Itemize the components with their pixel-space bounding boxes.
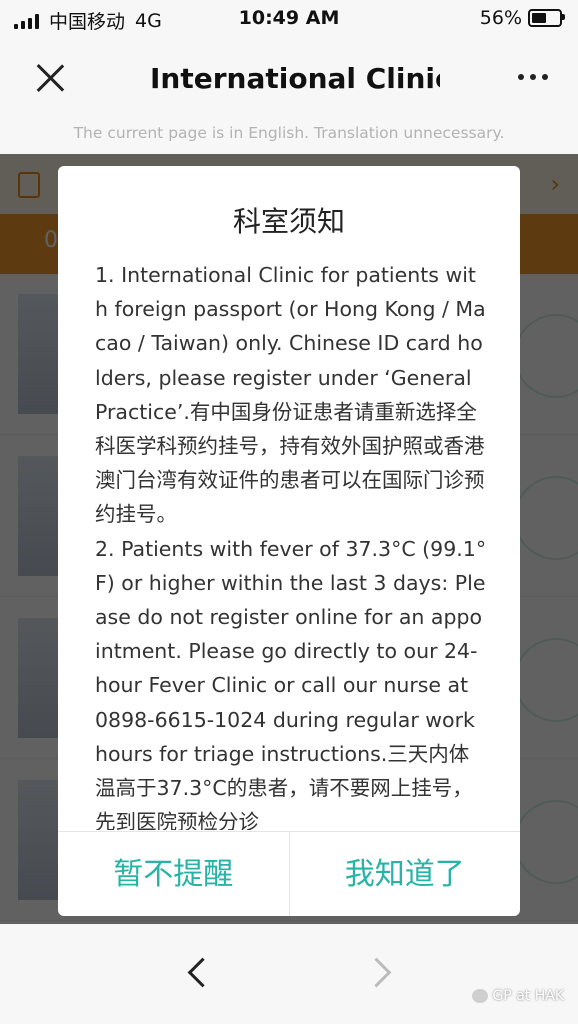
dialog-footer: 暂不提醒 我知道了	[58, 831, 520, 916]
translation-note: The current page is in English. Translat…	[0, 118, 578, 154]
confirm-button[interactable]: 我知道了	[290, 832, 521, 916]
dismiss-button[interactable]: 暂不提醒	[58, 832, 290, 916]
battery-icon	[528, 9, 565, 27]
battery-percent: 56%	[479, 7, 522, 29]
status-right: 56%	[479, 7, 565, 29]
watermark-text: GP at HAK	[492, 988, 564, 1004]
wechat-icon	[472, 989, 489, 1003]
bottom-navigation: GP at HAK	[0, 924, 578, 1024]
department-notice-dialog: 科室须知 1. International Clinic for patient…	[58, 166, 520, 916]
watermark: GP at HAK	[472, 988, 564, 1004]
battery-fill	[532, 13, 547, 23]
nav-header: International Clinic-	[0, 40, 578, 118]
status-bar: 中国移动 4G 10:49 AM 56%	[0, 0, 578, 40]
forward-arrow-icon[interactable]	[360, 950, 400, 996]
notice-paragraph-1: 1. International Clinic for patients wit…	[95, 263, 486, 527]
back-arrow-icon[interactable]	[178, 950, 218, 996]
notice-paragraph-2: 2. Patients with fever of 37.3°C (99.1°F…	[95, 536, 487, 830]
more-icon[interactable]	[518, 74, 548, 80]
dialog-title: 科室须知	[232, 205, 345, 238]
close-icon[interactable]	[30, 58, 70, 98]
dialog-body[interactable]: 1. International Clinic for patients wit…	[95, 258, 487, 830]
page-title: International Clinic-	[150, 62, 440, 95]
